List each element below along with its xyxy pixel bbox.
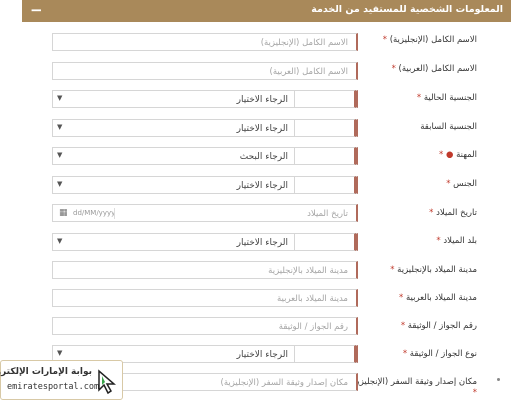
select-box[interactable] [294,233,356,251]
fullname-en-input[interactable]: الاسم الكامل (الإنجليزية) [52,33,358,51]
section-header[interactable]: − المعلومات الشخصية للمستفيد من الخدمة [22,0,511,22]
previous-nationality-select[interactable]: ▼ الرجاء الاختيار [52,119,358,137]
field-label: الجنسية الحالية * [416,93,477,103]
field-row-fullname-ar: الاسم الكامل (العربية) * الاسم الكامل (ا… [0,62,511,82]
logo-domain-text: emiratesportal.com [7,382,100,392]
section-title: المعلومات الشخصية للمستفيد من الخدمة [311,4,503,15]
calendar-icon[interactable]: ▦ [59,208,68,218]
field-row-previous-nationality: الجنسية السابقة ▼ الرجاء الاختيار [0,119,511,139]
field-row-birth-city-ar: مدينة الميلاد بالعربية * مدينة الميلاد ب… [0,289,511,309]
field-row-birth-country: بلد الميلاد * ▼ الرجاء الاختيار [0,233,511,253]
input-placeholder: مدينة الميلاد بالعربية [276,294,348,304]
logo-arabic-text: بوابة الإمارات الإلكترونية [0,367,92,377]
field-label: المهنة ● * [439,150,477,160]
field-row-gender: الجنس * ▼ الرجاء الاختيار [0,176,511,196]
birth-city-ar-input[interactable]: مدينة الميلاد بالعربية [52,289,358,307]
input-placeholder: الاسم الكامل (الإنجليزية) [260,38,348,48]
field-label: مكان إصدار وثيقة السفر (الإنجليزية) * [349,377,478,398]
select-box[interactable] [294,345,356,363]
dropdown-arrow-icon[interactable]: ▼ [57,237,62,245]
field-label: مدينة الميلاد بالإنجليزية * [390,265,477,275]
passport-number-input[interactable]: رقم الجواز / الوثيقة [52,317,358,335]
field-label: الجنس * [446,179,477,189]
field-label: الاسم الكامل (العربية) * [391,64,477,74]
field-label: مدينة الميلاد بالعربية * [399,293,477,303]
input-placeholder: رقم الجواز / الوثيقة [278,322,348,332]
input-placeholder: الاسم الكامل (العربية) [269,67,348,77]
info-icon: ● [445,150,454,160]
birthdate-input[interactable]: ▦ dd/MM/yyyy تاريخ الميلاد [52,204,358,222]
field-row-birth-city-en: مدينة الميلاد بالإنجليزية * مدينة الميلا… [0,261,511,281]
field-row-birthdate: تاريخ الميلاد * ▦ dd/MM/yyyy تاريخ الميل… [0,204,511,224]
dropdown-arrow-icon[interactable]: ▼ [57,94,62,102]
field-label: تاريخ الميلاد * [429,208,477,218]
field-row-occupation: المهنة ● * ▼ الرجاء البحث [0,147,511,167]
collapse-icon[interactable]: − [30,1,43,19]
scroll-indicator [497,378,500,381]
birth-country-select[interactable]: ▼ الرجاء الاختيار [52,233,358,251]
select-box[interactable] [294,119,356,137]
field-label: بلد الميلاد * [436,236,477,246]
field-label: نوع الجواز / الوثيقة * [402,349,477,359]
birth-city-en-input[interactable]: مدينة الميلاد بالإنجليزية [52,261,358,279]
select-box[interactable] [294,90,356,108]
select-box[interactable] [294,147,356,165]
fullname-ar-input[interactable]: الاسم الكامل (العربية) [52,62,358,80]
date-format: dd/MM/yyyy [73,209,116,217]
cursor-icon [96,369,118,398]
field-label: رقم الجواز / الوثيقة * [400,321,477,331]
gender-select[interactable]: ▼ الرجاء الاختيار [52,176,358,194]
field-row-passport-number: رقم الجواز / الوثيقة * رقم الجواز / الوث… [0,317,511,337]
field-label: الجنسية السابقة [420,122,477,132]
dropdown-arrow-icon[interactable]: ▼ [57,151,62,159]
dropdown-arrow-icon[interactable]: ▼ [57,180,62,188]
dropdown-arrow-icon[interactable]: ▼ [57,349,62,357]
select-box[interactable] [294,176,356,194]
input-placeholder: مكان إصدار وثيقة السفر (الإنجليزية) [220,378,349,388]
field-row-fullname-en: الاسم الكامل (الإنجليزية) * الاسم الكامل… [0,33,511,53]
input-placeholder: تاريخ الميلاد [307,209,348,219]
input-placeholder: مدينة الميلاد بالإنجليزية [268,266,348,276]
field-row-current-nationality: الجنسية الحالية * ▼ الرجاء الاختيار [0,90,511,110]
current-nationality-select[interactable]: ▼ الرجاء الاختيار [52,90,358,108]
field-label: الاسم الكامل (الإنجليزية) * [382,35,477,45]
occupation-select[interactable]: ▼ الرجاء البحث [52,147,358,165]
dropdown-arrow-icon[interactable]: ▼ [57,123,62,131]
watermark-logo: بوابة الإمارات الإلكترونية emiratesporta… [0,360,123,400]
